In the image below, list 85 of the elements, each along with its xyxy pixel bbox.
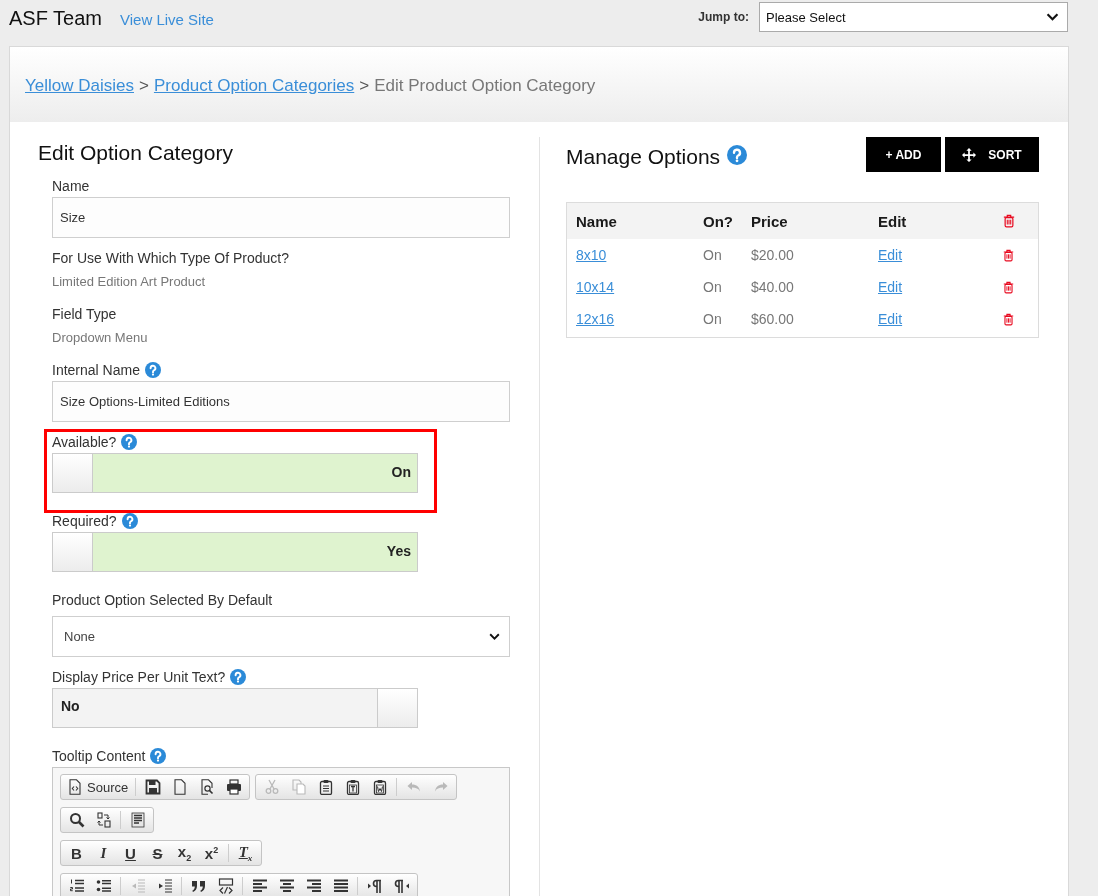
underline-button[interactable]: U: [117, 841, 144, 865]
align-right-icon: [305, 878, 322, 894]
pilcrow-left-icon: [393, 878, 410, 894]
field-label: Product Option Selected By Default: [52, 592, 273, 608]
subscript-button[interactable]: x$_{2}$: [171, 841, 198, 865]
move-arrows-icon: [962, 147, 977, 162]
help-icon[interactable]: [144, 362, 161, 378]
field-label: Tooltip Content: [52, 748, 146, 764]
help-icon[interactable]: [727, 144, 748, 165]
option-name-link[interactable]: 12x16: [576, 311, 615, 327]
source-button[interactable]: Source: [63, 775, 133, 799]
toggle-switch[interactable]: On: [52, 453, 418, 493]
remove-format-button[interactable]: T$_{x}$: [232, 841, 259, 865]
option-name-link[interactable]: 8x10: [576, 247, 607, 263]
help-icon[interactable]: [121, 434, 138, 450]
trash-icon[interactable]: [1003, 312, 1014, 326]
clipboard-text-icon: [344, 779, 361, 795]
printer-icon: [225, 779, 242, 795]
page-magnifier-icon: [198, 779, 215, 795]
column-header: Name: [576, 212, 617, 230]
breadcrumb-current: Edit Product Option Category: [374, 76, 596, 96]
copy-pages-icon: [290, 779, 307, 795]
section-title: Manage Options: [566, 143, 721, 170]
trash-icon[interactable]: [1003, 248, 1014, 262]
column-header: Price: [751, 212, 788, 230]
align-left-icon: [251, 878, 268, 894]
field-label: Display Price Per Unit Text?: [52, 669, 226, 685]
field-value: Dropdown Menu: [52, 329, 149, 347]
field-label: Name: [52, 178, 90, 194]
column-header: On?: [703, 212, 733, 230]
help-icon[interactable]: [150, 748, 167, 764]
code-page-icon: [67, 779, 83, 795]
add-button[interactable]: + ADD: [866, 137, 941, 172]
table-cell: On: [703, 247, 722, 263]
column-header: Edit: [878, 212, 907, 230]
field-label: Available?: [52, 434, 117, 450]
numbered-list-icon: [68, 878, 85, 894]
indent-icon: [156, 878, 173, 894]
select-all-icon: [129, 812, 146, 828]
site-title: ASF Team: [9, 6, 102, 30]
table-cell: On: [703, 311, 722, 327]
breadcrumb-separator: >: [139, 76, 149, 96]
field-label: Internal Name: [52, 362, 140, 378]
replace-icon: [95, 812, 112, 828]
clipboard-w-icon: [371, 779, 388, 795]
table-cell: $40.00: [751, 279, 794, 295]
quote-marks-icon: [190, 878, 207, 894]
breadcrumb-separator: >: [359, 76, 370, 96]
table-cell: $20.00: [751, 247, 794, 263]
text-field[interactable]: Size Options-Limited Editions: [52, 381, 510, 422]
section-title: Edit Option Category: [38, 140, 234, 166]
table-cell: On: [703, 279, 722, 295]
field-label: Required?: [52, 513, 117, 529]
italic-button[interactable]: I: [90, 841, 117, 865]
help-icon[interactable]: [230, 669, 247, 685]
chevron-down-icon: [489, 632, 500, 641]
superscript-button[interactable]: x$^{2}$: [198, 841, 225, 865]
field-label: For Use With Which Type Of Product?: [52, 250, 290, 266]
table-cell: $60.00: [751, 311, 794, 327]
scissors-icon: [263, 779, 280, 795]
toggle-switch[interactable]: Yes: [52, 532, 418, 572]
toggle-switch[interactable]: No: [52, 688, 418, 728]
trash-icon[interactable]: [1003, 214, 1015, 228]
align-center-icon: [278, 878, 295, 894]
pilcrow-right-icon: [366, 878, 383, 894]
strikethrough-button[interactable]: S: [144, 841, 171, 865]
jump-to-label: Jump to:: [698, 10, 749, 24]
dropdown-field[interactable]: None: [52, 616, 510, 657]
justify-icon: [332, 878, 349, 894]
option-name-link[interactable]: 10x14: [576, 279, 615, 295]
text-field[interactable]: Size: [52, 197, 510, 238]
field-label: Field Type: [52, 306, 117, 322]
clipboard-icon: [317, 779, 334, 795]
div-tag-icon: [217, 878, 234, 894]
trash-icon[interactable]: [1003, 280, 1014, 294]
editor-field[interactable]: Source B I U S x$_{2}$ x$^{2}$ T$_{x}$: [52, 767, 510, 896]
search-icon: [68, 812, 85, 828]
field-value: Limited Edition Art Product: [52, 273, 207, 291]
jump-to-dropdown[interactable]: Please Select: [759, 2, 1068, 32]
sort-button[interactable]: SORT: [945, 137, 1039, 172]
help-icon[interactable]: [121, 513, 138, 529]
bulleted-list-icon: [95, 878, 112, 894]
bold-button[interactable]: B: [63, 841, 90, 865]
chevron-down-icon: [1046, 12, 1059, 22]
blank-page-icon: [171, 779, 188, 795]
